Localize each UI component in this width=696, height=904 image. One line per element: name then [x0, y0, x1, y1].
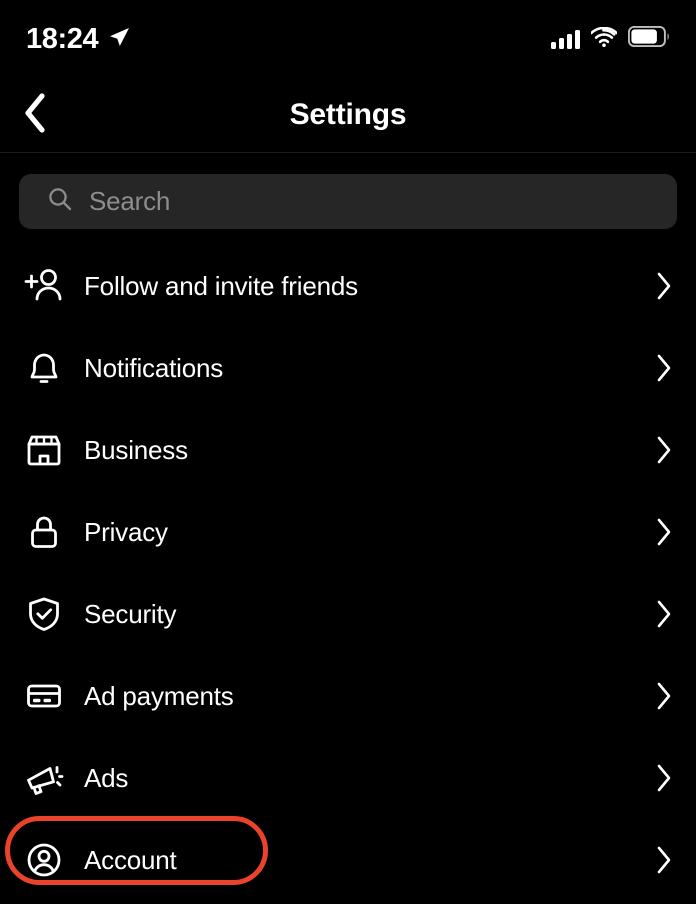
status-bar: 18:24 [0, 0, 696, 78]
storefront-icon [20, 426, 68, 474]
lock-icon [20, 508, 68, 556]
list-item-label: Business [84, 434, 188, 465]
list-item-security[interactable]: Security [0, 573, 696, 655]
settings-list: Follow and invite friends Notifications [0, 245, 696, 901]
status-bar-clock: 18:24 [26, 22, 99, 55]
page-title: Settings [289, 98, 407, 131]
header-separator [0, 152, 696, 153]
chevron-right-icon [648, 270, 674, 302]
battery-icon [627, 25, 670, 52]
status-bar-left: 18:24 [26, 22, 131, 55]
status-bar-right [551, 25, 670, 52]
navigation-bar: Settings [0, 78, 696, 152]
chevron-right-icon [648, 352, 674, 384]
credit-card-icon [20, 672, 68, 720]
person-add-icon [20, 262, 68, 310]
chevron-right-icon [648, 516, 674, 548]
list-item-label: Ad payments [84, 680, 234, 711]
list-item-label: Security [84, 598, 177, 629]
location-arrow-icon [107, 25, 131, 54]
settings-screen: 18:24 Settings Search Follow and invite … [0, 0, 696, 904]
list-item-privacy[interactable]: Privacy [0, 491, 696, 573]
list-item-label: Follow and invite friends [84, 270, 358, 301]
list-item-follow-and-invite-friends[interactable]: Follow and invite friends [0, 245, 696, 327]
shield-check-icon [20, 590, 68, 638]
list-item-label: Account [84, 844, 177, 875]
list-item-ad-payments[interactable]: Ad payments [0, 655, 696, 737]
megaphone-icon [20, 754, 68, 802]
back-button[interactable] [10, 89, 62, 141]
chevron-right-icon [648, 680, 674, 712]
list-item-label: Privacy [84, 516, 168, 547]
chevron-right-icon [648, 434, 674, 466]
chevron-right-icon [648, 598, 674, 630]
search-container: Search [19, 174, 677, 229]
chevron-right-icon [648, 762, 674, 794]
list-item-label: Notifications [84, 352, 224, 383]
list-item-ads[interactable]: Ads [0, 737, 696, 819]
list-item-label: Ads [84, 762, 129, 793]
cellular-signal-icon [551, 29, 580, 49]
chevron-right-icon [648, 844, 674, 876]
chevron-left-icon [21, 91, 51, 140]
search-icon [47, 186, 73, 217]
wifi-icon [590, 26, 618, 52]
list-item-notifications[interactable]: Notifications [0, 327, 696, 409]
search-placeholder: Search [89, 186, 171, 216]
list-item-business[interactable]: Business [0, 409, 696, 491]
account-circle-icon [20, 836, 68, 884]
bell-icon [20, 344, 68, 392]
list-item-account[interactable]: Account [0, 819, 696, 901]
search-input[interactable]: Search [19, 174, 677, 229]
